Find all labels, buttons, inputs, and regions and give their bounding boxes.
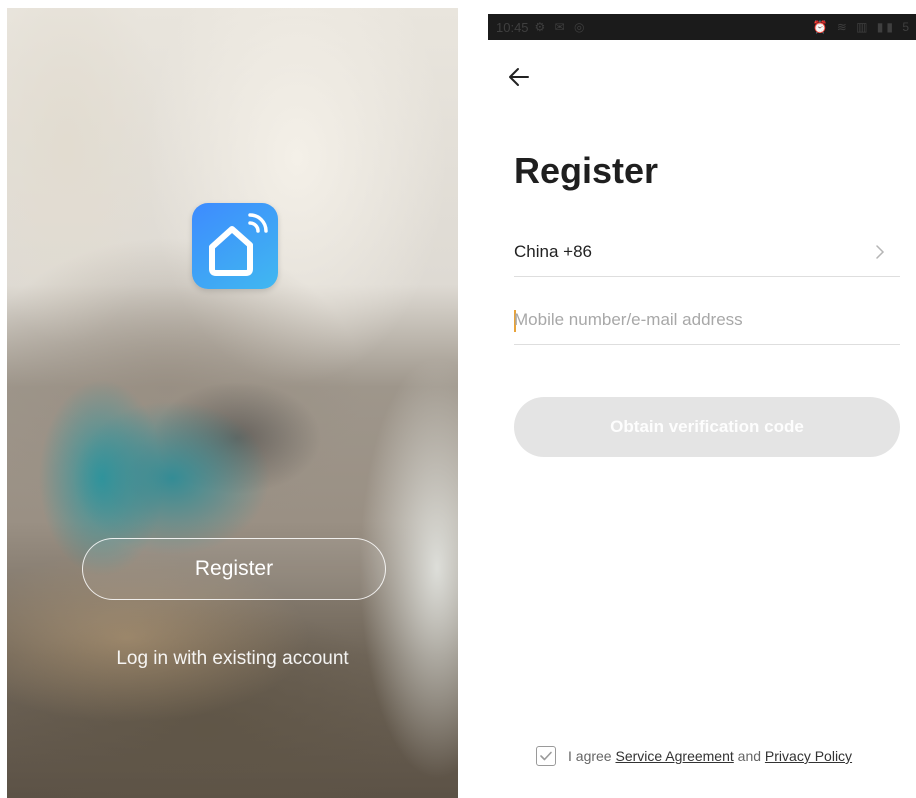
privacy-policy-link[interactable]: Privacy Policy bbox=[765, 748, 852, 764]
agreement-text: I agree Service Agreement and Privacy Po… bbox=[568, 748, 852, 764]
service-agreement-link[interactable]: Service Agreement bbox=[615, 748, 733, 764]
country-selector[interactable]: China +86 bbox=[514, 230, 900, 277]
page-title: Register bbox=[514, 150, 659, 191]
home-wifi-icon bbox=[209, 213, 268, 276]
agreement-row: I agree Service Agreement and Privacy Po… bbox=[536, 742, 852, 770]
checkmark-icon bbox=[540, 751, 552, 761]
status-bar: 10:45 ⚙ ✉ ◎ ⏰ ≋ ▥ ▮▮ 5 bbox=[488, 14, 916, 40]
obtain-verification-code-button[interactable]: Obtain verification code bbox=[514, 397, 900, 457]
register-screen: 10:45 ⚙ ✉ ◎ ⏰ ≋ ▥ ▮▮ 5 Register China +8… bbox=[488, 8, 916, 798]
agree-conjunction: and bbox=[737, 748, 762, 764]
country-code-label: China +86 bbox=[514, 242, 592, 261]
chevron-right-icon bbox=[874, 242, 886, 262]
arrow-left-icon[interactable] bbox=[508, 66, 530, 88]
register-button[interactable]: Register bbox=[82, 538, 386, 600]
mobile-email-field bbox=[514, 298, 900, 345]
login-existing-account-link[interactable]: Log in with existing account bbox=[7, 648, 458, 670]
agree-prefix: I agree bbox=[568, 748, 612, 764]
status-system-icons: ⏰ ≋ ▥ ▮▮ 5 bbox=[812, 20, 912, 34]
mobile-email-input[interactable] bbox=[514, 304, 894, 336]
agree-checkbox[interactable] bbox=[536, 746, 556, 766]
smart-home-app-icon bbox=[192, 203, 278, 289]
welcome-screen: Register Log in with existing account bbox=[7, 8, 458, 798]
status-notification-icons: ⚙ ✉ ◎ bbox=[534, 20, 588, 34]
status-time: 10:45 bbox=[496, 19, 529, 35]
